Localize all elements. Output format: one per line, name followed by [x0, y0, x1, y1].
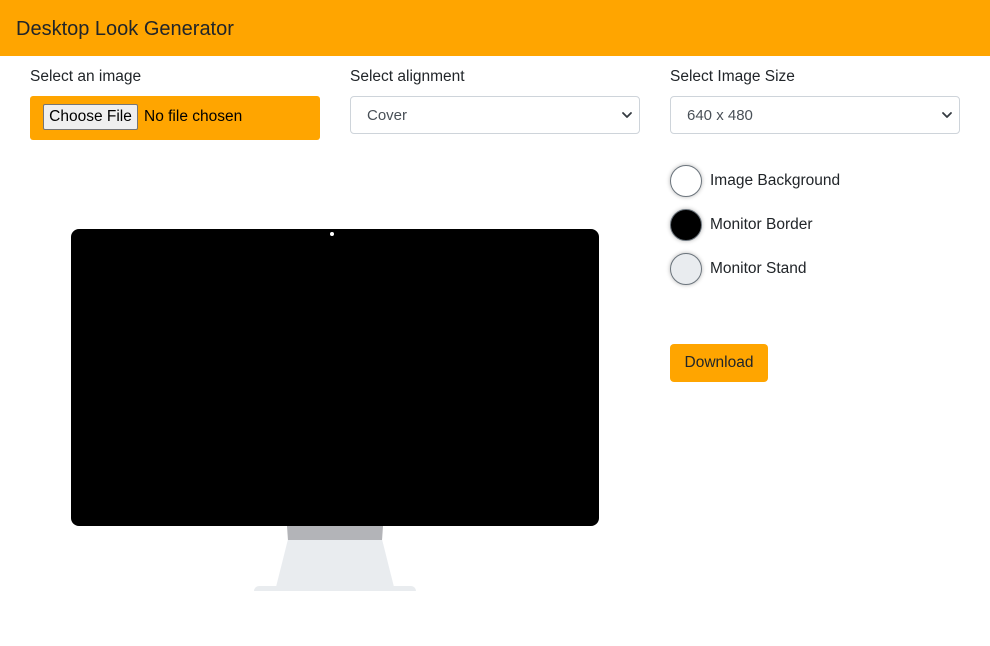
alignment-selected-value: Cover — [367, 107, 408, 124]
alignment-select-label: Select alignment — [350, 68, 465, 85]
file-status-text: No file chosen — [144, 108, 243, 125]
chevron-down-icon — [942, 112, 952, 118]
image-size-select[interactable]: 640 x 480 — [670, 96, 960, 134]
chevron-down-icon — [622, 112, 632, 118]
size-select-label: Select Image Size — [670, 68, 795, 85]
alignment-select[interactable]: Cover — [350, 96, 640, 134]
size-selected-value: 640 x 480 — [687, 107, 753, 124]
choose-file-button[interactable]: Choose File — [43, 104, 138, 130]
file-input[interactable]: Choose File No file chosen — [30, 96, 320, 140]
monitor-screen-preview — [71, 229, 599, 526]
monitor-camera-dot — [330, 232, 334, 236]
monitor-border-label: Monitor Border — [710, 216, 813, 233]
image-background-color-picker[interactable] — [670, 165, 702, 197]
download-button[interactable]: Download — [670, 344, 768, 382]
image-select-label: Select an image — [30, 68, 142, 85]
image-background-label: Image Background — [710, 172, 841, 189]
monitor-stand — [276, 540, 394, 587]
monitor-stand-label: Monitor Stand — [710, 260, 807, 277]
monitor-stand-base — [254, 586, 416, 591]
monitor-stand-color-picker[interactable] — [670, 253, 702, 285]
monitor-border-color-picker[interactable] — [670, 209, 702, 241]
navbar: Desktop Look Generator — [0, 0, 990, 56]
monitor-stand-neck — [287, 526, 383, 540]
app-title: Desktop Look Generator — [16, 18, 234, 40]
